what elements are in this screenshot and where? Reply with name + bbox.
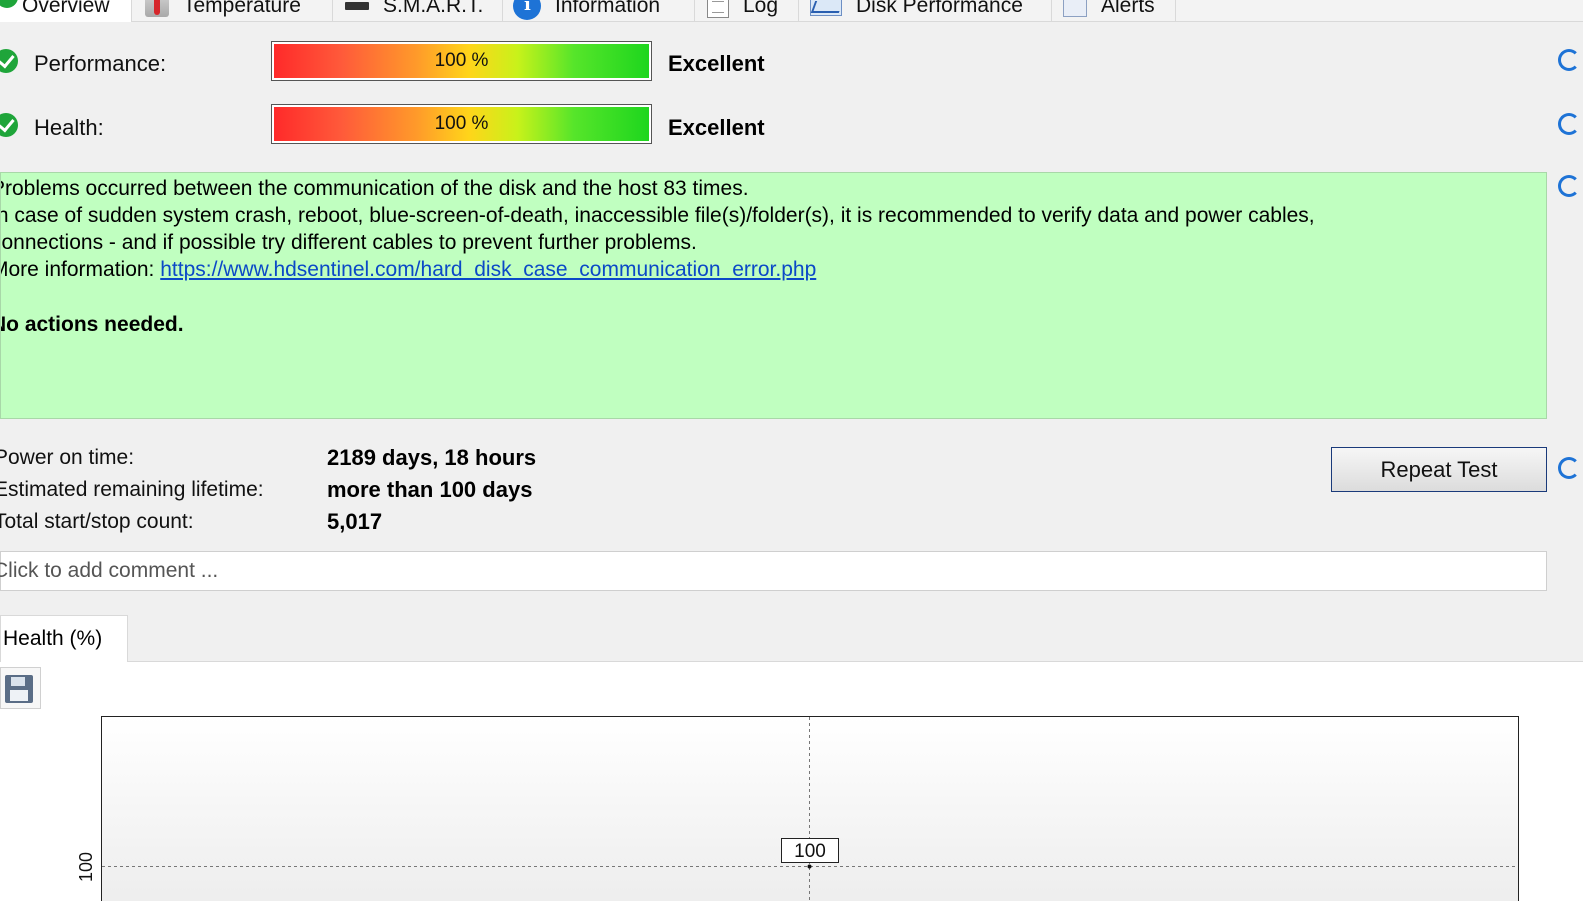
message-action: No actions needed. xyxy=(0,313,184,336)
alerts-icon xyxy=(1063,0,1087,17)
message-more-info: More information: https://www.hdsentinel… xyxy=(0,256,1546,283)
comment-placeholder: Click to add comment ... xyxy=(0,559,219,582)
performance-check-icon xyxy=(0,49,18,73)
tab-temperature[interactable]: Temperature xyxy=(135,0,333,22)
main-tab-bar: Overview Temperature S.M.A.R.T. Informat… xyxy=(0,0,1583,22)
tab-label: Temperature xyxy=(183,0,301,17)
power-on-label: Power on time: xyxy=(0,446,135,469)
more-info-link[interactable]: https://www.hdsentinel.com/hard_disk_cas… xyxy=(160,258,816,281)
data-point xyxy=(807,864,812,869)
tab-information[interactable]: Information xyxy=(503,0,695,22)
performance-label: Performance: xyxy=(34,51,167,76)
tab-smart[interactable]: S.M.A.R.T. xyxy=(335,0,503,22)
status-message-box: Problems occurred between the communicat… xyxy=(0,172,1547,419)
repeat-test-help-icon[interactable] xyxy=(1558,457,1580,479)
health-check-icon xyxy=(0,113,18,137)
tab-label: Health (%) xyxy=(3,627,103,650)
drive-icon xyxy=(345,2,369,10)
performance-percent: 100 % xyxy=(434,50,489,71)
message-line-3: connections - and if possible try differ… xyxy=(0,231,697,254)
health-bar-fill: 100 % xyxy=(274,107,649,141)
tab-disk-performance[interactable]: Disk Performance xyxy=(800,0,1052,22)
repeat-test-button[interactable]: Repeat Test xyxy=(1331,447,1547,492)
tab-label: Overview xyxy=(22,0,110,17)
performance-rating: Excellent xyxy=(668,51,765,76)
lifetime-label: Estimated remaining lifetime: xyxy=(0,478,264,501)
message-help-icon[interactable] xyxy=(1558,175,1580,197)
tab-label: Information xyxy=(555,0,661,17)
startstop-label: Total start/stop count: xyxy=(0,510,194,533)
tab-overview[interactable]: Overview xyxy=(0,0,132,22)
tab-label: Log xyxy=(743,0,779,17)
performance-bar: 100 % xyxy=(271,41,652,81)
startstop-value: 5,017 xyxy=(327,509,383,534)
tab-alerts[interactable]: Alerts xyxy=(1053,0,1176,22)
performance-help-icon[interactable] xyxy=(1558,49,1580,71)
more-info-label: More information: xyxy=(0,258,161,281)
tab-label: S.M.A.R.T. xyxy=(383,0,484,17)
health-label: Health: xyxy=(34,115,104,140)
comment-field[interactable]: Click to add comment ... xyxy=(0,551,1547,591)
chart-tab-bar: Health (%) xyxy=(0,615,1583,662)
tab-log[interactable]: Log xyxy=(697,0,799,22)
health-chart: 100 100 xyxy=(76,716,1519,901)
health-help-icon[interactable] xyxy=(1558,113,1580,135)
tab-label: Disk Performance xyxy=(856,0,1023,17)
point-label: 100 xyxy=(794,841,826,862)
y-tick-label: 100 xyxy=(76,852,96,882)
health-rating: Excellent xyxy=(668,115,765,140)
log-icon xyxy=(707,0,729,18)
info-icon xyxy=(513,0,541,20)
tab-health-percent[interactable]: Health (%) xyxy=(0,615,128,662)
health-bar: 100 % xyxy=(271,104,652,144)
tab-label: Alerts xyxy=(1101,0,1155,17)
power-on-value: 2189 days, 18 hours xyxy=(327,445,537,470)
health-percent: 100 % xyxy=(434,113,489,134)
performance-chart-icon xyxy=(810,0,842,16)
lifetime-value: more than 100 days xyxy=(327,477,533,502)
performance-bar-fill: 100 % xyxy=(274,44,649,78)
thermometer-icon xyxy=(145,0,169,17)
message-line-2: In case of sudden system crash, reboot, … xyxy=(0,204,1315,227)
message-line-1: Problems occurred between the communicat… xyxy=(0,177,749,200)
